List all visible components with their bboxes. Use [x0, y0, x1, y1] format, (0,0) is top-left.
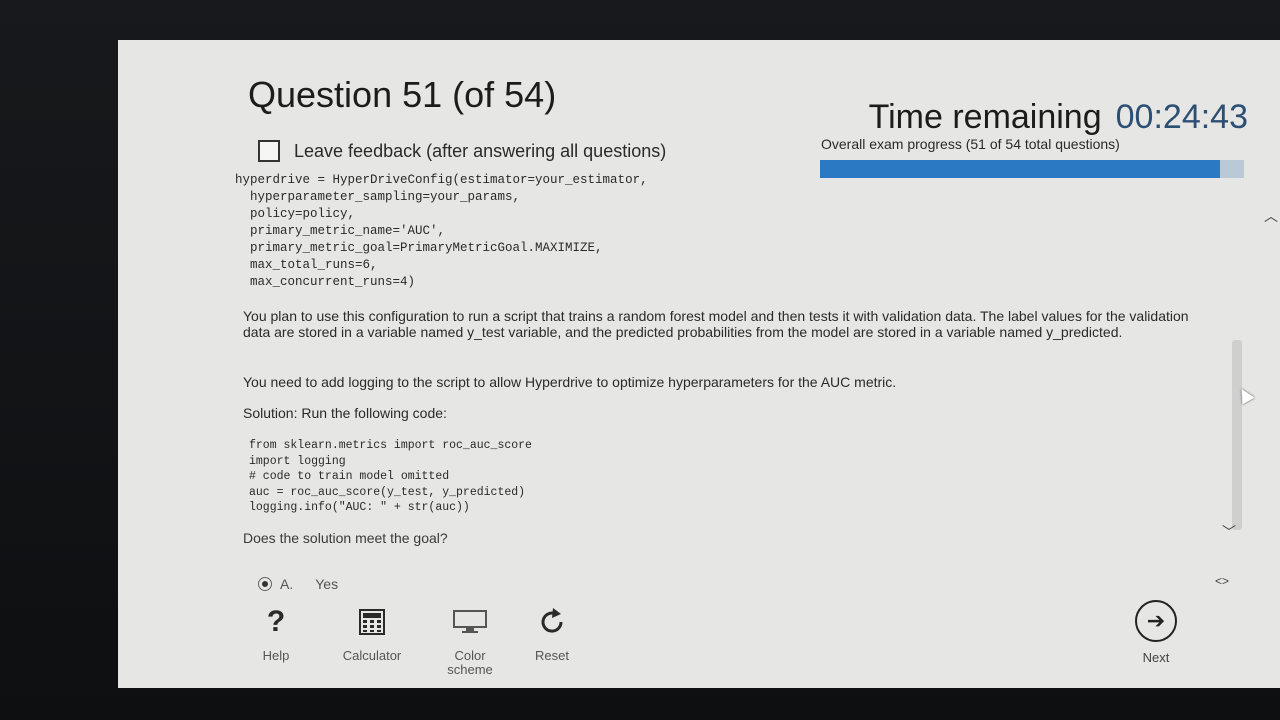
- expand-toggle-icon[interactable]: <>: [1215, 574, 1229, 588]
- reset-button[interactable]: Reset: [512, 605, 592, 663]
- radio-selected-dot: [262, 581, 268, 587]
- help-label: Help: [262, 648, 290, 663]
- question-paragraph: You plan to use this configuration to ru…: [243, 308, 1189, 340]
- answer-letter: A.: [280, 576, 294, 592]
- color-scheme-label: Color scheme: [447, 648, 493, 677]
- leave-feedback[interactable]: Leave feedback (after answering all ques…: [258, 140, 666, 162]
- progress-label: Overall exam progress (51 of 54 total qu…: [821, 136, 1120, 152]
- answer-text: Yes: [315, 576, 339, 592]
- answer-option-a[interactable]: A. Yes: [258, 576, 338, 592]
- solution-code-block: from sklearn.metrics import roc_auc_scor…: [249, 439, 532, 514]
- monitor-icon: [430, 605, 510, 639]
- solution-intro: Solution: Run the following code:: [243, 405, 447, 421]
- question-title: Question 51 (of 54): [248, 74, 557, 115]
- arrow-right-icon: ➔: [1135, 600, 1177, 642]
- calculator-icon: [332, 605, 412, 639]
- vertical-scrollbar[interactable]: [1232, 340, 1242, 530]
- calculator-button[interactable]: Calculator: [332, 605, 412, 663]
- chevron-down-icon[interactable]: ﹀: [1222, 522, 1236, 542]
- time-remaining: Time remaining 00:24:43: [869, 98, 1248, 137]
- exam-screen: Question 51 (of 54) Time remaining 00:24:…: [118, 40, 1280, 688]
- feedback-checkbox[interactable]: [258, 140, 280, 162]
- answer-radio[interactable]: [258, 577, 272, 591]
- question-goal: You need to add logging to the script to…: [243, 374, 897, 390]
- progress-bar-fill: [820, 160, 1221, 178]
- next-button[interactable]: ➔ Next: [1126, 600, 1186, 665]
- help-icon: ?: [266, 605, 286, 638]
- progress-bar: [820, 160, 1244, 178]
- reset-icon: [512, 605, 592, 639]
- question-prompt: Does the solution meet the goal?: [243, 530, 448, 546]
- chevron-up-icon[interactable]: ︿: [1264, 206, 1278, 226]
- reset-label: Reset: [535, 648, 569, 663]
- time-value: 00:24:43: [1115, 98, 1248, 136]
- color-scheme-button[interactable]: Color scheme: [430, 605, 510, 677]
- time-label: Time remaining: [868, 98, 1102, 136]
- help-button[interactable]: ? Help: [236, 605, 316, 663]
- config-code-block: hyperdrive = HyperDriveConfig(estimator=…: [235, 173, 648, 289]
- feedback-label: Leave feedback (after answering all ques…: [294, 140, 667, 161]
- calculator-label: Calculator: [342, 648, 402, 663]
- next-label: Next: [1142, 650, 1170, 665]
